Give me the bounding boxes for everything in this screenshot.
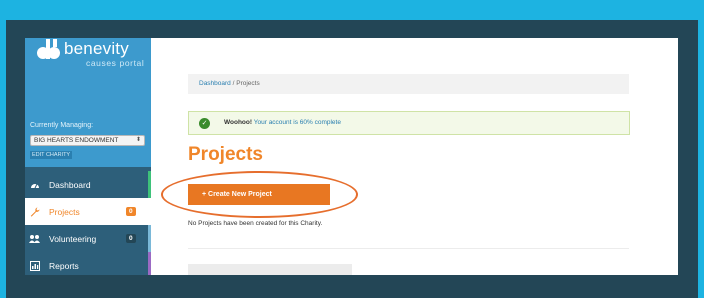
wrench-icon xyxy=(29,206,40,217)
sidebar-item-reports[interactable]: Reports xyxy=(25,252,151,275)
edit-charity-button[interactable]: EDIT CHARITY xyxy=(30,151,73,159)
sidebar: benevity causes portal Currently Managin… xyxy=(25,38,151,275)
logo-area[interactable]: benevity causes portal xyxy=(25,38,151,96)
brand-name: benevity xyxy=(64,39,129,58)
sidebar-item-label: Dashboard xyxy=(49,179,91,190)
empty-state-message: No Projects have been created for this C… xyxy=(188,220,323,227)
select-arrows-icon: ⬍ xyxy=(135,137,141,143)
annotation-circle xyxy=(161,171,358,218)
content-placeholder xyxy=(188,264,352,275)
sidebar-item-dashboard[interactable]: Dashboard xyxy=(25,171,151,198)
sidebar-item-label: Volunteering xyxy=(49,233,97,244)
charity-select-value: BIG HEARTS ENDOWMENT xyxy=(34,137,119,144)
breadcrumb-dashboard-link[interactable]: Dashboard xyxy=(199,80,231,87)
benevity-logo-icon xyxy=(37,39,60,59)
sidebar-item-label: Reports xyxy=(49,260,79,271)
main-content: Dashboard / Projects ✓ Woohoo! Your acco… xyxy=(151,38,678,275)
managing-section: Currently Managing: BIG HEARTS ENDOWMENT… xyxy=(25,96,151,167)
dashboard-icon xyxy=(29,179,40,190)
alert-heading: Woohoo! xyxy=(224,119,253,126)
volunteering-count-badge: 0 xyxy=(126,234,136,243)
page-title: Projects xyxy=(188,144,263,165)
projects-count-badge: 0 xyxy=(126,207,136,216)
breadcrumb-current: Projects xyxy=(236,80,260,87)
account-progress-link[interactable]: Your account is 60% complete xyxy=(254,119,341,126)
account-progress-alert: ✓ Woohoo! Your account is 60% complete xyxy=(188,111,630,135)
charity-select[interactable]: BIG HEARTS ENDOWMENT ⬍ xyxy=(30,135,145,146)
breadcrumb: Dashboard / Projects xyxy=(188,74,629,94)
checkmark-icon: ✓ xyxy=(199,118,210,129)
brand-tagline: causes portal xyxy=(86,58,145,68)
sidebar-item-volunteering[interactable]: Volunteering 0 xyxy=(25,225,151,252)
chart-icon xyxy=(29,260,40,271)
app-window: benevity causes portal Currently Managin… xyxy=(25,38,678,275)
managing-label: Currently Managing: xyxy=(30,122,94,129)
sidebar-item-projects[interactable]: Projects 0 xyxy=(25,198,151,225)
users-icon xyxy=(29,233,40,244)
divider xyxy=(188,248,629,249)
sidebar-item-label: Projects xyxy=(49,206,80,217)
